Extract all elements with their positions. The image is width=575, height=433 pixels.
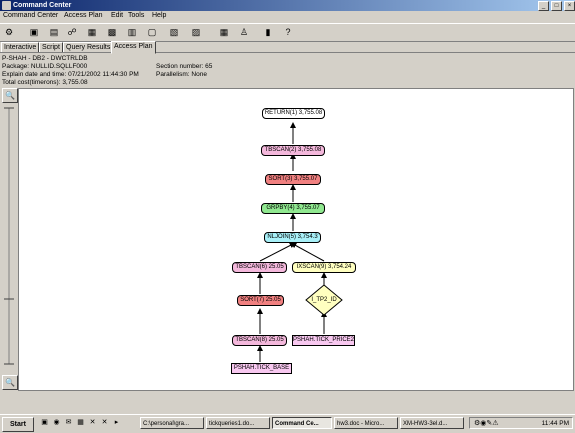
command-center-icon[interactable]: ▣: [28, 26, 40, 38]
explain-label: Explain date and time: 07/21/2002 11:44:…: [2, 71, 139, 78]
app-icon: [2, 1, 11, 10]
script-center-icon[interactable]: ▤: [48, 26, 60, 38]
maximize-button[interactable]: □: [551, 1, 562, 11]
node-table-base[interactable]: PSHAH.TICK_BASE: [231, 363, 292, 374]
menu-help[interactable]: Help: [152, 12, 166, 20]
node-sort-7[interactable]: SORT(7) 25.05: [237, 295, 284, 306]
node-index-label[interactable]: I_TP2_ID: [308, 296, 340, 304]
package-label: Package: NULLID.SQLLF000: [2, 63, 88, 70]
license-icon[interactable]: ▦: [86, 26, 98, 38]
alert-icon[interactable]: ▩: [106, 26, 118, 38]
quicklaunch-icon-7[interactable]: ▸: [112, 418, 121, 427]
node-sort-3[interactable]: SORT(3) 3,755.07: [265, 174, 321, 185]
desktop-icon[interactable]: ▣: [40, 418, 49, 427]
db-label: P-SHAH - DB2 - DWCTRLDB: [2, 55, 88, 62]
minimize-button[interactable]: _: [538, 1, 549, 11]
menu-access-plan[interactable]: Access Plan: [64, 12, 103, 20]
settings-icon[interactable]: ▦: [218, 26, 230, 38]
menu-bar: Command Center Access Plan Edit Tools He…: [0, 11, 575, 21]
task-xm-hw3[interactable]: XM-HW3-3el.d...: [400, 417, 464, 429]
email-icon[interactable]: ✉: [64, 418, 73, 427]
window-icon[interactable]: ▢: [146, 26, 158, 38]
parallelism-label: Parallelism: None: [156, 71, 207, 78]
quicklaunch-icon-6[interactable]: ✕: [100, 418, 109, 427]
quicklaunch-icon-5[interactable]: ✕: [88, 418, 97, 427]
node-nljoin-5[interactable]: NLJOIN(5) 3,754.3: [264, 232, 321, 243]
task-icon[interactable]: ▥: [126, 26, 138, 38]
zoom-out-icon[interactable]: 🔍: [2, 375, 18, 390]
quicklaunch-icon-4[interactable]: ▦: [76, 418, 85, 427]
plan-info: P-SHAH - DB2 - DWCTRLDB Package: NULLID.…: [0, 52, 575, 89]
task-personal-folder[interactable]: C:\personal\gra...: [140, 417, 204, 429]
data-icon[interactable]: ▧: [168, 26, 180, 38]
tab-access-plan[interactable]: Access Plan: [111, 41, 156, 54]
node-tbscan-2[interactable]: TBSCAN(2) 3,755.08: [261, 145, 325, 156]
task-tickqueries-doc[interactable]: tickqueries1.do...: [206, 417, 270, 429]
window-title: Command Center: [13, 2, 72, 9]
taskbar: Start ▣ ◉ ✉ ▦ ✕ ✕ ▸ C:\personal\gra... t…: [0, 414, 575, 433]
tool-icon-1[interactable]: ⚙: [3, 26, 15, 38]
menu-edit[interactable]: Edit: [111, 12, 123, 20]
zoom-panel: 🔍 🔍: [1, 88, 18, 391]
zoom-slider[interactable]: [1, 104, 17, 369]
task-command-center[interactable]: Command Ce...: [272, 417, 332, 429]
menu-command-center[interactable]: Command Center: [3, 12, 58, 20]
journal-icon[interactable]: ☍: [66, 26, 78, 38]
node-return[interactable]: RETURN(1) 3,755.08: [262, 108, 325, 119]
zoom-in-icon[interactable]: 🔍: [2, 88, 18, 103]
toolbar: ⚙ ▣ ▤ ☍ ▦ ▩ ▥ ▢ ▧ ▨ ▦ ♙ ▮ ?: [0, 23, 575, 42]
clock[interactable]: 11:44 PM: [542, 419, 569, 428]
tab-strip: Interactive Script Query Results Access …: [0, 41, 575, 54]
node-tbscan-8[interactable]: TBSCAN(8) 25.05: [232, 335, 287, 346]
info-center-icon[interactable]: ▨: [190, 26, 202, 38]
task-hw3-doc[interactable]: hw3.doc - Micro...: [334, 417, 398, 429]
browser-icon[interactable]: ◉: [52, 418, 61, 427]
start-label: Start: [10, 421, 26, 428]
command-center-window: Command Center _ □ × Command Center Acce…: [0, 0, 575, 433]
node-ixscan-9[interactable]: IXSCAN(9) 3,754.24: [292, 262, 356, 273]
access-plan-canvas[interactable]: RETURN(1) 3,755.08 TBSCAN(2) 3,755.08 SO…: [18, 88, 574, 391]
system-tray: ⚙◉✎⚠ 11:44 PM: [469, 417, 573, 429]
user-icon[interactable]: ♙: [238, 26, 250, 38]
tray-icons[interactable]: ⚙◉✎⚠: [474, 419, 499, 427]
cost-label: Total cost(timerons): 3,755.08: [2, 79, 88, 86]
help-icon[interactable]: ?: [282, 26, 294, 38]
node-table-price[interactable]: PSHAH.TICK_PRICE2: [292, 335, 355, 346]
node-grpby-4[interactable]: GRPBY(4) 3,755.07: [261, 203, 325, 214]
close-button[interactable]: ×: [564, 1, 575, 11]
start-button[interactable]: Start: [2, 417, 34, 432]
title-bar[interactable]: Command Center _ □ ×: [0, 0, 575, 11]
menu-tools[interactable]: Tools: [128, 12, 144, 20]
section-label: Section number: 65: [156, 63, 213, 70]
node-tbscan-6[interactable]: TBSCAN(6) 25.05: [232, 262, 287, 273]
book-icon[interactable]: ▮: [262, 26, 274, 38]
